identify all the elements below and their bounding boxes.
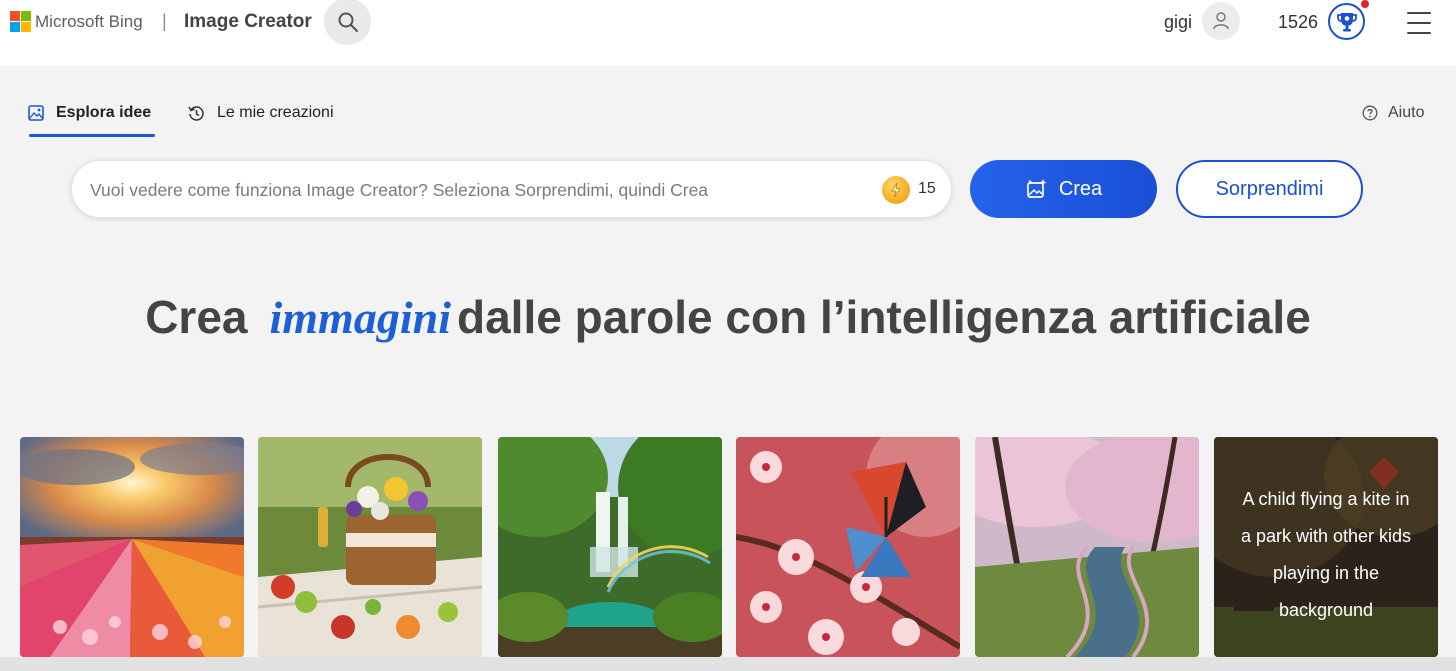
prompt-input[interactable] bbox=[90, 173, 870, 207]
brand-name[interactable]: Microsoft Bing bbox=[35, 12, 143, 32]
gallery-tile-kite-prompt[interactable]: A child flying a kite in a park with oth… bbox=[1214, 437, 1438, 657]
surprise-me-button[interactable]: Sorprendimi bbox=[1176, 160, 1363, 218]
inspiration-gallery: A child flying a kite in a park with oth… bbox=[0, 437, 1456, 657]
gallery-tile-picnic[interactable] bbox=[258, 437, 482, 657]
image-icon bbox=[28, 105, 44, 121]
avatar[interactable] bbox=[1202, 2, 1240, 40]
tab-selected-indicator bbox=[29, 134, 155, 137]
tab-label: Le mie creazioni bbox=[217, 104, 334, 121]
page-headline: Crea immagini dalle parole con l’intellige… bbox=[0, 290, 1456, 344]
product-title[interactable]: Image Creator bbox=[184, 11, 312, 33]
lightning-coin-icon bbox=[882, 176, 910, 204]
gallery-tile-blossom-stream[interactable] bbox=[975, 437, 1199, 657]
hamburger-menu-icon[interactable] bbox=[1404, 10, 1434, 36]
rewards-button[interactable] bbox=[1328, 3, 1365, 40]
prompt-line: A child flying a kite in bbox=[1242, 489, 1410, 509]
prompt-card-text: A child flying a kite in a park with oth… bbox=[1228, 481, 1424, 629]
gallery-tile-butterfly[interactable] bbox=[736, 437, 960, 657]
user-name[interactable]: gigi bbox=[1164, 12, 1192, 33]
search-button[interactable] bbox=[324, 0, 371, 45]
header-separator: | bbox=[162, 11, 167, 31]
prompt-line: a park with other kids bbox=[1240, 526, 1412, 546]
image-sparkle-icon bbox=[1026, 179, 1047, 198]
help-circle-icon bbox=[1362, 105, 1378, 121]
prompt-box: 15 bbox=[71, 160, 952, 218]
surprise-label: Sorprendimi bbox=[1215, 177, 1324, 200]
microsoft-logo[interactable] bbox=[10, 11, 31, 32]
gallery-tile-waterfall[interactable] bbox=[498, 437, 722, 657]
user-icon bbox=[1213, 12, 1229, 30]
tab-explore-ideas[interactable]: Esplora idee bbox=[28, 104, 151, 122]
help-link[interactable]: Aiuto bbox=[1362, 104, 1424, 122]
create-button[interactable]: Crea bbox=[970, 160, 1157, 218]
prompt-line: playing in the bbox=[1272, 563, 1380, 583]
prompt-line: background bbox=[1278, 600, 1374, 620]
history-icon bbox=[188, 105, 204, 121]
create-label: Crea bbox=[1058, 177, 1103, 200]
headline-before: Crea bbox=[145, 291, 248, 343]
rewards-trophy-icon bbox=[1336, 12, 1357, 31]
scrollbar-track[interactable] bbox=[0, 657, 1456, 671]
tab-label: Esplora idee bbox=[56, 104, 152, 121]
notification-dot bbox=[1361, 0, 1369, 8]
gallery-tile-tulip-field[interactable] bbox=[20, 437, 244, 657]
tab-my-creations[interactable]: Le mie creazioni bbox=[188, 104, 334, 122]
rewards-points[interactable]: 1526 bbox=[1278, 12, 1318, 33]
help-label: Aiuto bbox=[1388, 104, 1425, 121]
top-bar: Microsoft Bing | Image Creator gigi 1526 bbox=[0, 0, 1456, 66]
boost-count: 15 bbox=[918, 180, 936, 197]
headline-after: dalle parole con l’intelligenza artifici… bbox=[456, 291, 1311, 343]
search-icon bbox=[338, 12, 358, 32]
headline-accent: immagini bbox=[269, 292, 451, 343]
